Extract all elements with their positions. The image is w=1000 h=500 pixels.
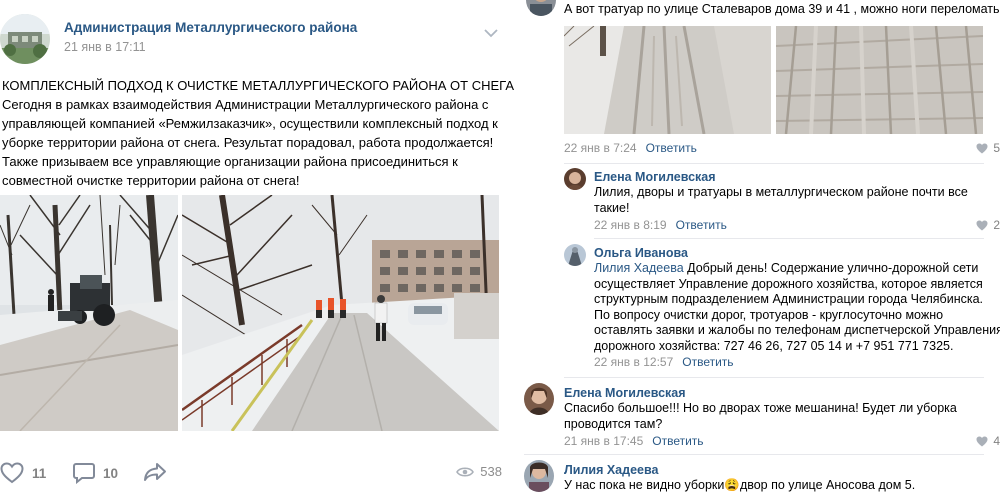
eye-icon [456,466,475,477]
post-photo-crew[interactable] [182,195,499,431]
comment-date[interactable]: 22 янв в 8:19 [594,218,667,232]
group-name[interactable]: Администрация Металлургического района [64,20,357,35]
post-date[interactable]: 21 янв в 17:11 [64,40,146,54]
like-button[interactable]: 11 [0,462,46,484]
comment-like-button[interactable]: 5 [976,141,1000,155]
comment-like-count: 4 [993,434,1000,448]
post-header: Администрация Металлургического района 2… [0,12,510,64]
post-text-line: уборке территории района от снега. Резул… [2,135,494,150]
group-avatar[interactable] [0,14,50,64]
reply-button[interactable]: Ответить [682,355,733,369]
comment-like-count: 2 [993,218,1000,232]
reply-button[interactable]: Ответить [646,141,697,155]
comment-text: Лилия Хадеева Добрый день! Содержание ул… [594,261,1000,353]
heart-icon [976,220,988,230]
weary-face-icon: 😩 [724,478,740,492]
share-button[interactable] [143,462,167,482]
comment-like-button[interactable]: 2 [976,218,1000,232]
views-count: 538 [480,464,502,479]
comment-like-button[interactable]: 4 [976,434,1000,448]
comment-meta: 22 янв в 8:19 Ответить [594,218,727,232]
reply-button[interactable]: Ответить [652,434,703,448]
divider [564,377,984,378]
comment-date[interactable]: 22 янв в 12:57 [594,355,673,369]
comment-text: А вот тратуар по улице Сталеваров дома 3… [564,2,1000,16]
comment-text: Спасибо большое!!! Но во дворах тоже меш… [564,401,957,431]
comment-author[interactable]: Лилия Хадеева [564,463,658,477]
comment-date[interactable]: 21 янв в 17:45 [564,434,643,448]
post-text: КОМПЛЕКСНЫЙ ПОДХОД К ОЧИСТКЕ МЕТАЛЛУРГИЧ… [2,76,514,190]
heart-icon [0,462,24,484]
comment-author[interactable]: Елена Могилевская [564,386,686,400]
comment-date[interactable]: 22 янв в 7:24 [564,141,637,155]
post: Администрация Металлургического района 2… [0,0,514,500]
comment-count: 10 [103,465,119,481]
avatar[interactable] [524,383,554,415]
post-text-line: Сегодня в рамках взаимодействия Админист… [2,97,489,112]
reply-to-link[interactable]: Лилия Хадеева [594,261,684,275]
comments-panel: А вот тратуар по улице Сталеваров дома 3… [520,0,1000,500]
post-text-line: Также призываем все управляющие организа… [2,154,458,169]
heart-icon [976,436,988,446]
post-text-line: КОМПЛЕКСНЫЙ ПОДХОД К ОЧИСТКЕ МЕТАЛЛУРГИЧ… [2,78,514,93]
comment-icon [73,463,95,484]
comment-photo-sidewalk-2[interactable] [776,26,983,134]
like-count: 11 [32,465,47,481]
comment-meta: 21 янв в 17:45 Ответить [564,434,704,448]
comment-photo-sidewalk-1[interactable] [564,26,771,134]
divider [564,163,984,164]
share-icon [144,463,166,481]
post-actions: 11 10 538 [0,458,505,492]
comment-text: Лилия, дворы и тратуары в металлургическ… [594,185,968,215]
heart-icon [976,143,988,153]
post-text-line: управляющей компанией «Ремжилзаказчик», … [2,116,498,131]
comment-meta: 22 янв в 12:57 Ответить [594,355,734,369]
avatar[interactable] [564,244,586,266]
post-text-line: совместной очистке территории района от … [2,173,300,188]
comment-button[interactable]: 10 [73,462,118,484]
avatar[interactable] [526,0,556,16]
divider [524,454,984,455]
views-counter: 538 [456,464,502,479]
comment-text: У нас пока не видно уборки😩двор по улице… [564,478,916,492]
divider [594,238,984,239]
chevron-down-icon[interactable] [484,26,498,38]
comment-like-count: 5 [993,141,1000,155]
comment-author[interactable]: Елена Могилевская [594,170,716,184]
reply-button[interactable]: Ответить [676,218,727,232]
comment-author[interactable]: Ольга Иванова [594,246,688,260]
comment-meta: 22 янв в 7:24 Ответить [564,141,697,155]
avatar[interactable] [524,460,554,492]
avatar[interactable] [564,168,586,190]
post-photo-tractor[interactable] [0,195,178,431]
